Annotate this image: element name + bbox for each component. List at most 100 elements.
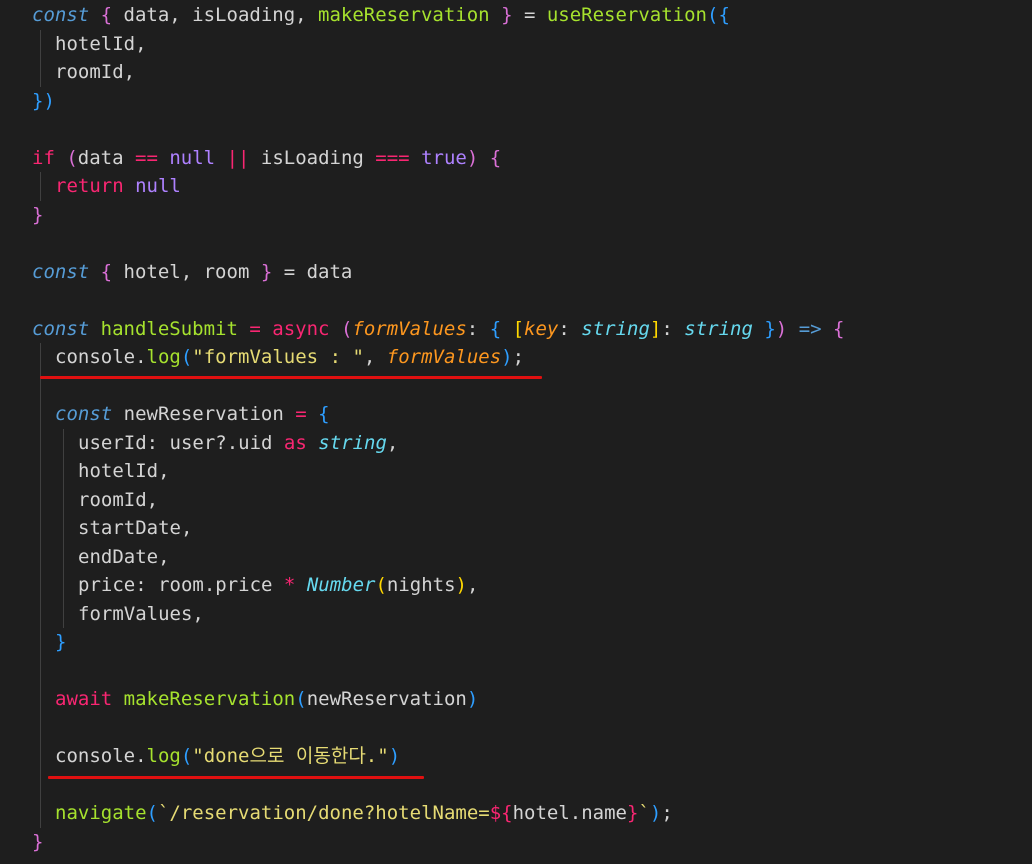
code-line: userId: user?.uid as string,	[78, 429, 398, 458]
code-token: :	[466, 317, 490, 340]
code-token: price: room.price	[78, 574, 284, 596]
indent-guide	[40, 172, 41, 201]
code-line: })	[32, 87, 55, 116]
code-token: endDate,	[78, 545, 170, 568]
code-token: ===	[375, 146, 410, 169]
code-token: )	[775, 317, 788, 340]
code-line: await makeReservation(newReservation)	[55, 685, 478, 714]
code-line: const { hotel, room } = data	[32, 258, 352, 287]
code-token: data	[77, 146, 135, 169]
code-token: :	[661, 317, 685, 340]
code-token: )	[455, 574, 467, 596]
code-token: }	[260, 260, 273, 283]
code-token: nights	[386, 574, 456, 596]
code-token: roomId,	[55, 61, 136, 83]
code-line: }	[32, 828, 43, 857]
code-line: price: room.price * Number(nights),	[78, 571, 478, 600]
code-line: navigate(`/reservation/done?hotelName=${…	[55, 799, 673, 828]
code-token: (	[295, 688, 307, 710]
code-token: }	[626, 802, 639, 824]
code-line: }	[55, 628, 66, 657]
code-token: return	[55, 175, 124, 197]
code-token: = data	[272, 260, 353, 283]
code-token: }	[32, 89, 44, 112]
code-token: log	[146, 745, 181, 767]
code-token: =	[512, 4, 547, 26]
code-token: }	[501, 4, 513, 26]
code-token: formValues	[386, 346, 502, 368]
code-token: "done으로 이동한다."	[192, 745, 389, 767]
code-token: string	[684, 317, 753, 340]
code-token: *	[283, 574, 296, 596]
code-token: hotel.name	[512, 802, 627, 824]
code-token: `/reservation/done?hotelName=	[157, 802, 490, 824]
code-token: hotel, room	[112, 260, 261, 283]
code-token: await	[55, 688, 113, 710]
code-token: ]	[649, 317, 662, 340]
code-token: console.	[55, 745, 147, 767]
code-token: `	[638, 802, 650, 824]
code-token: (	[340, 317, 353, 340]
code-token: (	[375, 574, 387, 596]
code-token: makeReservation	[123, 688, 296, 710]
code-line: formValues,	[78, 600, 204, 629]
code-token: =>	[798, 317, 822, 340]
code-line: return null	[55, 172, 181, 201]
code-token: "formValues : "	[192, 346, 364, 368]
code-token: {	[489, 317, 502, 340]
code-token: formValues	[352, 317, 467, 340]
code-token: if	[32, 146, 55, 169]
code-token: }	[55, 631, 67, 653]
code-token: {	[318, 403, 330, 425]
code-token: }	[32, 203, 44, 226]
code-token: makeReservation	[318, 4, 490, 26]
code-token: =	[249, 317, 261, 340]
indent-guide	[40, 343, 41, 828]
code-token: ==	[135, 146, 158, 169]
code-token: useReservation	[546, 4, 707, 26]
code-token: )	[388, 745, 401, 767]
code-token: const	[32, 260, 90, 283]
code-line: roomId,	[78, 486, 158, 515]
code-token: roomId,	[78, 488, 159, 511]
code-token: console.	[55, 346, 147, 368]
code-token: newReservation	[112, 403, 296, 425]
code-token: as	[283, 431, 307, 454]
code-token: (	[146, 802, 158, 824]
code-token: log	[146, 346, 181, 368]
code-token: hotelId,	[55, 32, 147, 55]
code-token: (	[707, 4, 719, 26]
code-token: )	[466, 146, 479, 169]
code-token: const	[32, 317, 90, 340]
code-token: formValues,	[78, 602, 204, 625]
code-token: userId: user?.uid	[78, 431, 284, 454]
code-token: hotelId,	[78, 460, 170, 482]
code-line: console.log("formValues : ", formValues)…	[55, 343, 524, 372]
code-line: const handleSubmit = async (formValues: …	[32, 315, 845, 344]
code-token: )	[466, 688, 479, 710]
code-line: if (data == null || isLoading === true) …	[32, 144, 501, 173]
code-line: roomId,	[55, 58, 135, 87]
code-token: const	[32, 4, 90, 26]
code-token: ;	[661, 802, 673, 824]
code-token: (	[180, 745, 193, 767]
code-token: ||	[226, 146, 250, 169]
code-editor[interactable]: const { data, isLoading, makeReservation…	[0, 0, 1032, 864]
annotation-underline	[48, 776, 424, 779]
code-token: {	[100, 260, 113, 283]
code-token: string	[581, 317, 650, 340]
code-token: {	[833, 317, 845, 340]
